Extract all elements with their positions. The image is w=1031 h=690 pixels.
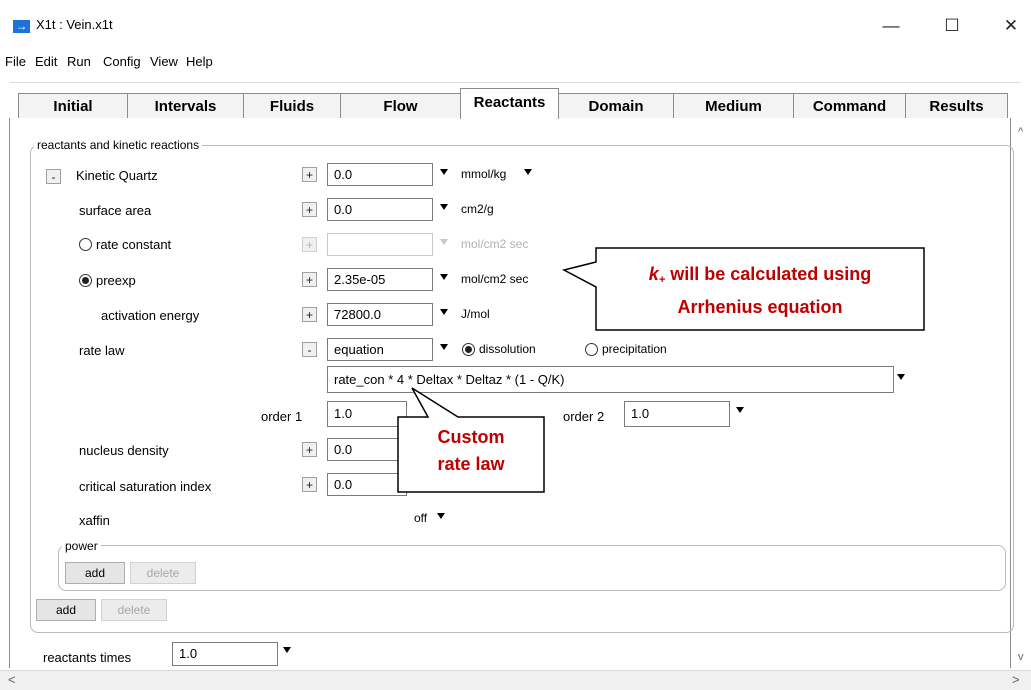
arrhenius-line2: Arrhenius equation <box>677 297 843 317</box>
tab-reactants[interactable]: Reactants <box>460 88 559 119</box>
arrhenius-line1-rest: will be calculated using <box>665 264 872 284</box>
arrhenius-callout-text: k+ will be calculated using Arrhenius eq… <box>598 261 922 321</box>
custom-rate-law-callout-text: Custom rate law <box>399 424 543 478</box>
custom-line1: Custom <box>437 427 505 447</box>
custom-line2: rate law <box>437 454 505 474</box>
arrhenius-k: k <box>648 264 659 284</box>
